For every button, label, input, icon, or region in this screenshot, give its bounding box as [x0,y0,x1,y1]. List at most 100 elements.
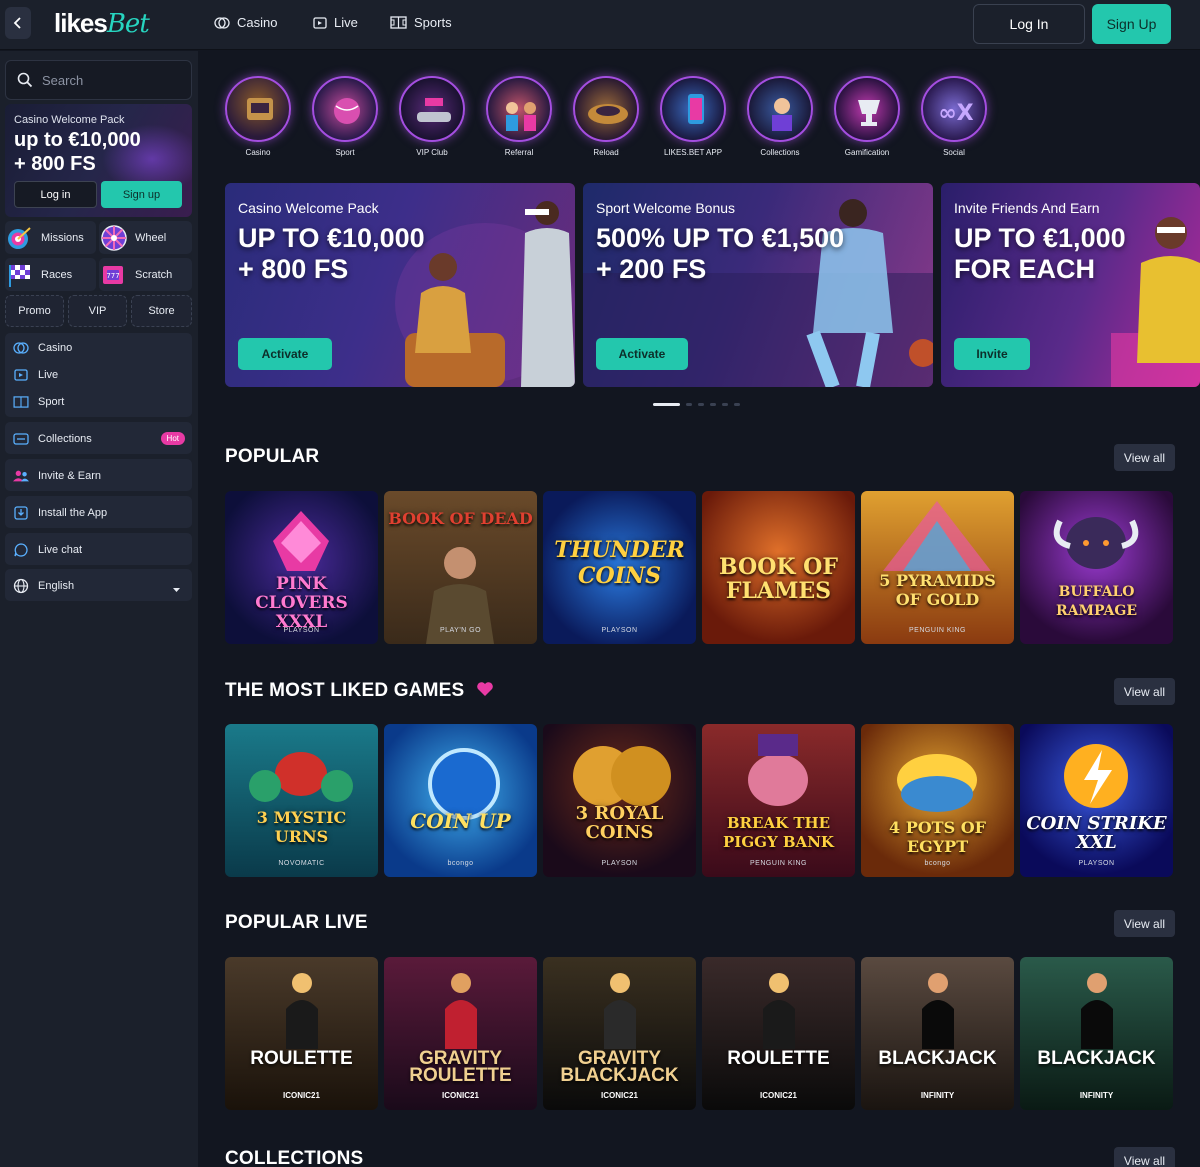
sidebar-tile-scratch[interactable]: 777 Scratch [99,258,192,291]
sidebar-item-invite[interactable]: Invite & Earn [5,459,192,491]
banner-sport-welcome[interactable]: Sport Welcome Bonus 500% UP TO €1,500 + … [583,183,933,387]
carousel-dot[interactable] [686,403,692,406]
category-gamification[interactable]: Gamification [832,76,902,157]
carousel-dot[interactable] [734,403,740,406]
dealer-art [1080,973,1113,1049]
promo-login-button[interactable]: Log in [14,181,97,208]
category-vip-club[interactable]: VIP Club [397,76,467,157]
game-title: 5 PYRAMIDS OF GOLD [879,571,996,609]
banner-title-line-2: + 800 FS [238,254,349,284]
pill-promo[interactable]: Promo [5,295,64,327]
category-social[interactable]: ∞X Social [919,76,989,157]
nav-live[interactable]: Live [313,15,358,30]
banner-invite-friends[interactable]: Invite Friends And Earn UP TO €1,000 FOR… [941,183,1200,387]
login-button[interactable]: Log In [973,4,1085,44]
sidebar-item-collections[interactable]: Collections Hot [5,422,192,454]
svg-text:777: 777 [106,272,119,280]
coin-art [428,748,500,820]
logo[interactable]: likesBet [54,8,150,39]
sidebar-tile-wheel[interactable]: Wheel [99,221,192,254]
game-tile[interactable]: COIN STRIKE XXL PLAYSON [1020,724,1173,877]
category-social-thumb: ∞X [921,76,987,142]
promo-amount: up to €10,000 + 800 FS [14,128,141,176]
search-box[interactable] [5,60,192,100]
lightning-coin-art [1064,744,1128,808]
category-likesbet-app[interactable]: LIKES.BET APP [658,76,728,157]
game-provider: PENGUIN KING [750,860,807,867]
live-game-tile[interactable]: BLACKJACK INFINITY [1020,957,1173,1110]
game-title: THUNDER COINS [554,537,685,589]
game-tile[interactable]: 4 POTS OF EGYPT bcongo [861,724,1014,877]
sidebar-item-live-chat[interactable]: Live chat [5,533,192,565]
view-all-liked-button[interactable]: View all [1114,678,1175,705]
view-all-collections-button[interactable]: View all [1114,1147,1175,1167]
category-referral[interactable]: Referral [484,76,554,157]
sidebar-item-live[interactable]: Live [5,361,192,388]
popular-games-row: PINK CLOVERS XXXL PLAYSON BOOK OF DEAD P… [225,491,1173,644]
game-title: 3 MYSTIC URNS [256,808,347,846]
live-game-tile[interactable]: BLACKJACK INFINITY [861,957,1014,1110]
live-game-title: ROULETTE [727,1048,830,1069]
game-tile[interactable]: 5 PYRAMIDS OF GOLD PENGUIN KING [861,491,1014,644]
live-game-tile[interactable]: GRAVITY BLACKJACK ICONIC21 [543,957,696,1110]
carousel-dot[interactable] [722,403,728,406]
live-game-title: GRAVITY ROULETTE [409,1048,512,1086]
game-tile[interactable]: COIN UP bcongo [384,724,537,877]
invite-button[interactable]: Invite [954,338,1030,370]
nav-casino-label: Casino [237,15,278,30]
tile-label: Missions [41,231,84,244]
category-reload[interactable]: Reload [571,76,641,157]
live-game-tile[interactable]: ROULETTE ICONIC21 [702,957,855,1110]
pill-store[interactable]: Store [131,295,192,327]
game-tile[interactable]: BREAK THE PIGGY BANK PENGUIN KING [702,724,855,877]
game-tile[interactable]: 3 ROYAL COINS PLAYSON [543,724,696,877]
game-tile[interactable]: BUFFALO RAMPAGE [1020,491,1173,644]
activate-button[interactable]: Activate [596,338,688,370]
liked-games-row: 3 MYSTIC URNS NOVOMATIC COIN UP bcongo 3… [225,724,1173,877]
search-input[interactable] [42,72,172,88]
game-tile[interactable]: BOOK OF FLAMES [702,491,855,644]
category-sport[interactable]: Sport [310,76,380,157]
carousel-dot-active[interactable] [653,403,680,406]
carousel-dot[interactable] [710,403,716,406]
view-all-popular-button[interactable]: View all [1114,444,1175,471]
view-all-live-button[interactable]: View all [1114,910,1175,937]
live-game-tile[interactable]: ROULETTE ICONIC21 [225,957,378,1110]
game-provider: PENGUIN KING [909,627,966,634]
sidebar-tile-missions[interactable]: Missions [5,221,96,254]
game-provider: PLAYSON [283,627,320,634]
game-tile[interactable]: BOOK OF DEAD PLAY'N GO [384,491,537,644]
banner-casino-welcome[interactable]: Casino Welcome Pack UP TO €10,000 + 800 … [225,183,575,387]
sidebar-item-install-app[interactable]: Install the App [5,496,192,528]
nav-sports[interactable]: Sports [390,15,452,30]
game-tile[interactable]: THUNDER COINS PLAYSON [543,491,696,644]
nav-casino[interactable]: Casino [214,15,277,30]
back-button[interactable] [5,7,31,39]
game-provider: PLAYSON [601,860,638,867]
signup-button[interactable]: Sign Up [1092,4,1171,44]
logo-text: likes [54,8,108,38]
activate-button[interactable]: Activate [238,338,332,370]
search-icon [17,72,33,88]
sidebar-item-casino[interactable]: Casino [5,334,192,361]
sidebar-item-sport[interactable]: Sport [5,388,192,415]
category-label: Social [943,148,965,157]
category-collections[interactable]: Collections [745,76,815,157]
sidebar-tile-races[interactable]: Races [5,258,96,291]
game-tile[interactable]: PINK CLOVERS XXXL PLAYSON [225,491,378,644]
section-title-collections: COLLECTIONS [225,1148,364,1167]
main-content: Casino Sport VIP Club Referral Reload LI… [198,51,1200,1167]
language-selector[interactable]: English [5,569,192,601]
carousel-dot[interactable] [698,403,704,406]
welcome-promo-card[interactable]: Casino Welcome Pack up to €10,000 + 800 … [5,104,192,217]
game-tile[interactable]: 3 MYSTIC URNS NOVOMATIC [225,724,378,877]
live-game-tile[interactable]: GRAVITY ROULETTE ICONIC21 [384,957,537,1110]
category-casino[interactable]: Casino [223,76,293,157]
download-app-icon [13,505,29,521]
pill-vip[interactable]: VIP [68,295,127,327]
dealer-art [762,973,795,1049]
dealer-art [285,973,318,1049]
promo-signup-button[interactable]: Sign up [101,181,182,208]
sidebar-item-label: Invite & Earn [38,469,101,482]
live-game-provider: ICONIC21 [601,1091,638,1100]
